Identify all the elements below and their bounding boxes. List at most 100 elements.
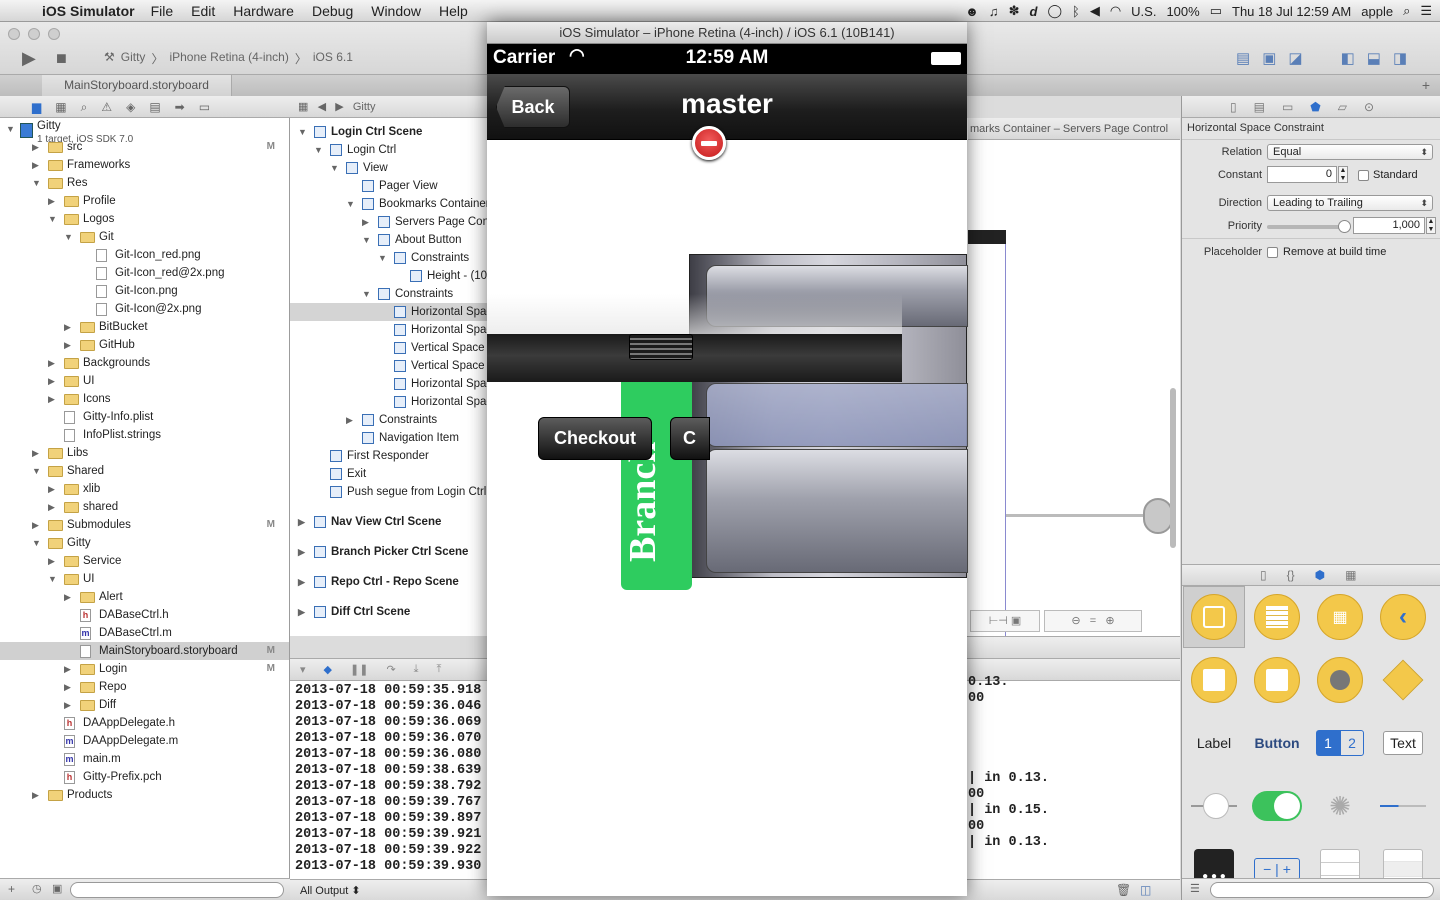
nav-item[interactable]: ▶ Backgrounds [0, 354, 289, 372]
disclosure-triangle-icon[interactable]: ▼ [6, 120, 16, 138]
clock[interactable]: Thu 18 Jul 12:59 AM [1232, 4, 1351, 19]
nav-item[interactable]: MainStoryboard.storyboard M [0, 642, 289, 660]
connections-inspector-icon[interactable]: ⊙ [1364, 100, 1374, 117]
go-forward-icon[interactable]: ▶ [335, 101, 343, 113]
step-over-icon[interactable]: ↷ [386, 663, 395, 680]
picker-row-selected[interactable] [706, 383, 968, 447]
nav-item[interactable]: ▶ Login M [0, 660, 289, 678]
disclosure-triangle-icon[interactable]: ▶ [32, 138, 42, 156]
disclosure-triangle-icon[interactable]: ▼ [32, 534, 42, 552]
nav-item[interactable]: ▶ BitBucket [0, 318, 289, 336]
nav-item[interactable]: ▶ GitHub [0, 336, 289, 354]
priority-field[interactable]: 1,000 [1353, 217, 1425, 234]
disclosure-triangle-icon[interactable]: ▶ [64, 588, 74, 606]
modified-files-icon[interactable]: ▣ [52, 882, 62, 895]
outline-item[interactable]: ▼ Constraints [290, 249, 488, 267]
checkout-button[interactable]: Checkout [538, 417, 652, 460]
nav-item[interactable]: ▶ Frameworks [0, 156, 289, 174]
new-tab-icon[interactable]: + [1422, 77, 1430, 93]
input-source[interactable]: U.S. [1131, 4, 1156, 19]
nav-item[interactable]: ▶ shared [0, 498, 289, 516]
disclosure-triangle-icon[interactable]: ▼ [48, 570, 58, 588]
nav-item[interactable]: Git-Icon.png [0, 282, 289, 300]
stop-button[interactable]: ■ [56, 48, 67, 69]
recent-files-icon[interactable]: ◷ [32, 882, 42, 895]
disclosure-triangle-icon[interactable]: ▼ [298, 123, 308, 141]
spotlight-icon[interactable]: ⌕ [1403, 3, 1410, 19]
nav-item[interactable]: ▶ Icons [0, 390, 289, 408]
toggle-utilities-icon[interactable]: ◨ [1393, 49, 1407, 67]
attributes-inspector-icon[interactable]: ⬟ [1310, 100, 1320, 117]
nav-item[interactable]: ▶ Diff [0, 696, 289, 714]
second-action-button[interactable]: C [670, 417, 710, 460]
menu-hardware[interactable]: Hardware [233, 3, 294, 19]
log-navigator-icon[interactable]: ▭ [199, 100, 210, 115]
library-segmented-control[interactable]: 12 [1309, 712, 1371, 774]
delicious-icon[interactable]: d [1029, 4, 1037, 19]
volume-icon[interactable]: ◀ [1090, 3, 1100, 19]
canvas-breadcrumb[interactable]: marks Container – Servers Page Control [968, 118, 1180, 140]
disclosure-triangle-icon[interactable]: ▶ [32, 786, 42, 804]
size-inspector-icon[interactable]: ▱ [1338, 100, 1347, 117]
outline-item[interactable]: ▼ About Button [290, 231, 488, 249]
disclosure-triangle-icon[interactable]: ▶ [48, 390, 58, 408]
outline-item[interactable]: Vertical Space [290, 339, 488, 357]
nav-item[interactable]: ▶ xlib [0, 480, 289, 498]
user-status-icon[interactable]: ☻ [965, 4, 979, 19]
notification-center-icon[interactable]: ☰ [1420, 3, 1432, 19]
library-glkit-view-controller[interactable] [1309, 649, 1371, 711]
relation-popup[interactable]: Equal [1267, 144, 1433, 160]
disclosure-triangle-icon[interactable]: ▼ [64, 228, 74, 246]
project-navigator-icon[interactable]: ▆ [32, 100, 41, 115]
library-page-view-controller[interactable] [1246, 649, 1308, 711]
disclosure-triangle-icon[interactable]: ▶ [48, 552, 58, 570]
library-object[interactable] [1372, 649, 1434, 711]
object-library-icon[interactable]: ⬢ [1315, 568, 1325, 585]
nav-item[interactable]: ▶ Alert [0, 588, 289, 606]
scheme-selector[interactable]: ⚒ Gitty 〉 iPhone Retina (4-inch) 〉 iOS 6… [104, 50, 353, 67]
disclosure-triangle-icon[interactable]: ▶ [48, 372, 58, 390]
disclosure-triangle-icon[interactable]: ▶ [32, 516, 42, 534]
nav-item[interactable]: m DAAppDelegate.m [0, 732, 289, 750]
nav-item[interactable]: ▶ src M [0, 138, 289, 156]
identity-inspector-icon[interactable]: ▭ [1282, 100, 1293, 117]
add-file-icon[interactable]: + [8, 882, 15, 896]
disclosure-triangle-icon[interactable]: ▶ [298, 513, 308, 531]
picker-row[interactable] [706, 449, 968, 573]
outline-item[interactable]: Horizontal Space [290, 393, 488, 411]
nav-item[interactable]: h Gitty-Prefix.pch [0, 768, 289, 786]
search-navigator-icon[interactable]: ⌕ [81, 100, 88, 115]
disclosure-triangle-icon[interactable]: ▶ [48, 192, 58, 210]
menu-file[interactable]: File [151, 3, 174, 19]
related-items-icon[interactable]: ▦ [298, 101, 308, 113]
disclosure-triangle-icon[interactable]: ▼ [346, 195, 356, 213]
zoom-window-button[interactable] [48, 28, 60, 40]
nav-item[interactable]: Git-Icon_red@2x.png [0, 264, 289, 282]
disclosure-triangle-icon[interactable]: ▶ [64, 696, 74, 714]
outline-item[interactable]: Push segue from Login Ctrl [290, 483, 488, 501]
go-back-icon[interactable]: ◀ [318, 101, 326, 113]
file-template-library-icon[interactable]: ▯ [1260, 568, 1267, 585]
nav-item[interactable]: h DAAppDelegate.h [0, 714, 289, 732]
library-slider[interactable] [1183, 775, 1245, 837]
canvas-scrollbar[interactable] [1170, 388, 1176, 548]
library-table-view-controller[interactable] [1246, 586, 1308, 648]
outline-item[interactable]: Horizontal Space [290, 375, 488, 393]
outline-scene[interactable]: ▶ Nav View Ctrl Scene [290, 513, 488, 531]
bluetooth-icon[interactable]: ᛒ [1072, 4, 1080, 19]
battery-percent[interactable]: 100% [1166, 4, 1199, 19]
disclosure-triangle-icon[interactable]: ▶ [64, 318, 74, 336]
outline-item[interactable]: First Responder [290, 447, 488, 465]
file-inspector-icon[interactable]: ▯ [1230, 100, 1237, 117]
disclosure-triangle-icon[interactable]: ▶ [298, 603, 308, 621]
nav-item[interactable]: ▼ Gitty [0, 534, 289, 552]
nav-item[interactable]: ▶ Profile [0, 192, 289, 210]
nav-item[interactable]: h DABaseCtrl.h [0, 606, 289, 624]
storyboard-scene-frame[interactable] [968, 230, 1006, 640]
debug-navigator-icon[interactable]: ▤ [149, 100, 160, 115]
nav-item[interactable]: ▶ Products [0, 786, 289, 804]
breakpoints-toggle-icon[interactable]: ◆ [324, 663, 332, 680]
close-window-button[interactable] [8, 28, 20, 40]
library-navigation-controller[interactable]: ‹ [1372, 586, 1434, 648]
disclosure-triangle-icon[interactable]: ▶ [48, 480, 58, 498]
